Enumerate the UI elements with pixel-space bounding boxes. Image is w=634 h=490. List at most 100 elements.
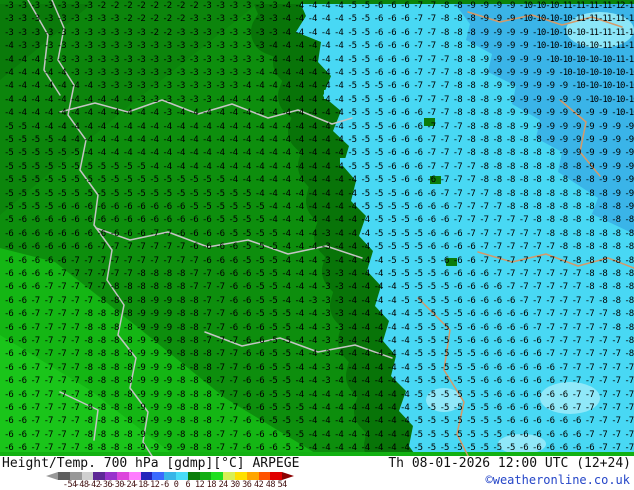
grid-temperature-value: -5: [360, 135, 370, 145]
grid-temperature-value: -4: [56, 121, 67, 132]
grid-temperature-value: -6: [17, 242, 27, 253]
grid-temperature-value: -4: [268, 215, 278, 226]
grid-temperature-value: -9: [162, 416, 172, 427]
grid-temperature-value: -8: [624, 322, 634, 333]
grid-temperature-value: -7: [56, 389, 67, 400]
grid-temperature-value: -3: [320, 269, 331, 279]
grid-temperature-value: -7: [43, 416, 54, 427]
grid-temperature-value: -5: [149, 188, 159, 199]
grid-temperature-value: -6: [518, 322, 529, 333]
grid-temperature-value: -8: [598, 188, 608, 199]
grid-temperature-value: -5: [4, 175, 14, 186]
grid-temperature-value: -6: [56, 215, 67, 226]
grid-temperature-value: -8: [492, 175, 502, 186]
grid-temperature-value: -5: [202, 175, 212, 186]
grid-temperature-value: -8: [505, 188, 516, 199]
grid-temperature-value: -6: [479, 295, 489, 306]
grid-temperature-value: -7: [426, 54, 436, 65]
grid-temperature-value: -8: [175, 349, 186, 360]
grid-temperature-value: -7: [558, 336, 568, 346]
grid-temperature-value: -2: [96, 1, 106, 11]
grid-temperature-value: -4: [334, 27, 344, 38]
grid-temperature-value: -7: [56, 295, 67, 306]
grid-temperature-value: -8: [545, 202, 555, 212]
grid-temperature-value: -6: [30, 215, 40, 226]
grid-temperature-value: -4: [347, 269, 357, 279]
grid-temperature-value: -5: [268, 376, 278, 387]
grid-temperature-value: -7: [545, 322, 555, 333]
grid-temperature-value: -5: [479, 389, 489, 400]
grid-temperature-value: -7: [43, 349, 54, 360]
grid-temperature-value: -10: [545, 27, 559, 38]
grid-temperature-value: -7: [532, 295, 542, 306]
grid-temperature-value: -4: [17, 108, 27, 119]
grid-temperature-value: -4: [268, 108, 278, 119]
grid-temperature-value: -4: [307, 255, 318, 266]
grid-temperature-value: -7: [439, 68, 450, 78]
grid-temperature-value: -4: [4, 68, 14, 78]
grid-temperature-value: -8: [518, 188, 529, 199]
grid-temperature-value: -7: [439, 148, 450, 159]
grid-temperature-value: -6: [545, 362, 555, 373]
grid-temperature-value: -8: [584, 242, 595, 253]
grid-temperature-value: -6: [492, 309, 502, 320]
grid-temperature-value: -6: [466, 295, 476, 306]
grid-temperature-value: -5: [413, 282, 423, 293]
grid-temperature-value: -10: [598, 94, 612, 105]
grid-temperature-value: -8: [175, 336, 186, 346]
legend-segment: [223, 472, 235, 480]
grid-temperature-value: -7: [30, 362, 40, 373]
grid-temperature-value: -4: [17, 81, 27, 92]
grid-temperature-value: -7: [452, 175, 463, 186]
grid-temperature-value: -8: [83, 309, 93, 320]
grid-temperature-value: -7: [175, 242, 186, 253]
grid-temperature-value: -6: [492, 389, 502, 400]
temperature-grid: -3 -3 -3 -3 -3 -3 -3 -2 -2 -2 -2 -2 -2 -2 -2 -3 -3 -3 -3 -3…: [0, 0, 634, 456]
grid-temperature-value: -10: [611, 68, 625, 78]
grid-temperature-value: -7: [413, 54, 423, 65]
grid-temperature-value: -8: [122, 376, 133, 387]
grid-temperature-value: -5: [281, 416, 291, 427]
grid-temperature-value: -3: [56, 1, 67, 11]
grid-temperature-value: -4: [307, 41, 318, 52]
grid-temperature-value: -6: [479, 309, 489, 320]
grid-temperature-value: -4: [202, 121, 212, 132]
grid-temperature-value: -8: [83, 416, 93, 427]
grid-temperature-value: -3: [83, 1, 93, 11]
grid-temperature-value: -4: [294, 202, 304, 212]
grid-temperature-value: -4: [149, 135, 159, 145]
legend-colorbar: [46, 472, 295, 480]
grid-temperature-value: -6: [109, 202, 120, 212]
grid-temperature-value: -9: [518, 108, 529, 119]
grid-temperature-value: -6: [202, 215, 212, 226]
grid-temperature-value: -6: [96, 215, 106, 226]
grid-temperature-value: -8: [452, 54, 463, 65]
grid-temperature-value: -3: [215, 68, 225, 78]
grid-temperature-value: -4: [30, 68, 40, 78]
grid-temperature-value: -4: [109, 108, 120, 119]
grid-temperature-value: -6: [228, 282, 238, 293]
grid-temperature-value: -5: [215, 215, 225, 226]
grid-temperature-value: -3: [70, 1, 80, 11]
grid-temperature-value: -2: [175, 1, 186, 11]
grid-temperature-value: -5: [439, 429, 450, 440]
grid-temperature-value: -10: [545, 54, 559, 65]
grid-temperature-value: -7: [558, 362, 568, 373]
grid-temperature-value: -5: [215, 188, 225, 199]
grid-temperature-value: -4: [109, 121, 120, 132]
grid-temperature-value: -5: [360, 68, 370, 78]
grid-temperature-value: -4: [241, 121, 252, 132]
grid-temperature-value: -7: [584, 309, 595, 320]
grid-temperature-value: -4: [149, 161, 159, 172]
grid-temperature-value: -6: [386, 68, 397, 78]
legend-segment: [246, 472, 259, 480]
grid-temperature-value: -4: [347, 215, 357, 226]
grid-temperature-value: -5: [175, 188, 186, 199]
grid-temperature-value: -7: [598, 309, 608, 320]
grid-temperature-value: -7: [83, 269, 93, 279]
grid-temperature-value: -7: [70, 429, 80, 440]
grid-temperature-value: -7: [215, 295, 225, 306]
grid-temperature-value: -7: [518, 228, 529, 239]
grid-temperature-value: -8: [109, 389, 120, 400]
grid-temperature-value: -5: [347, 54, 357, 65]
